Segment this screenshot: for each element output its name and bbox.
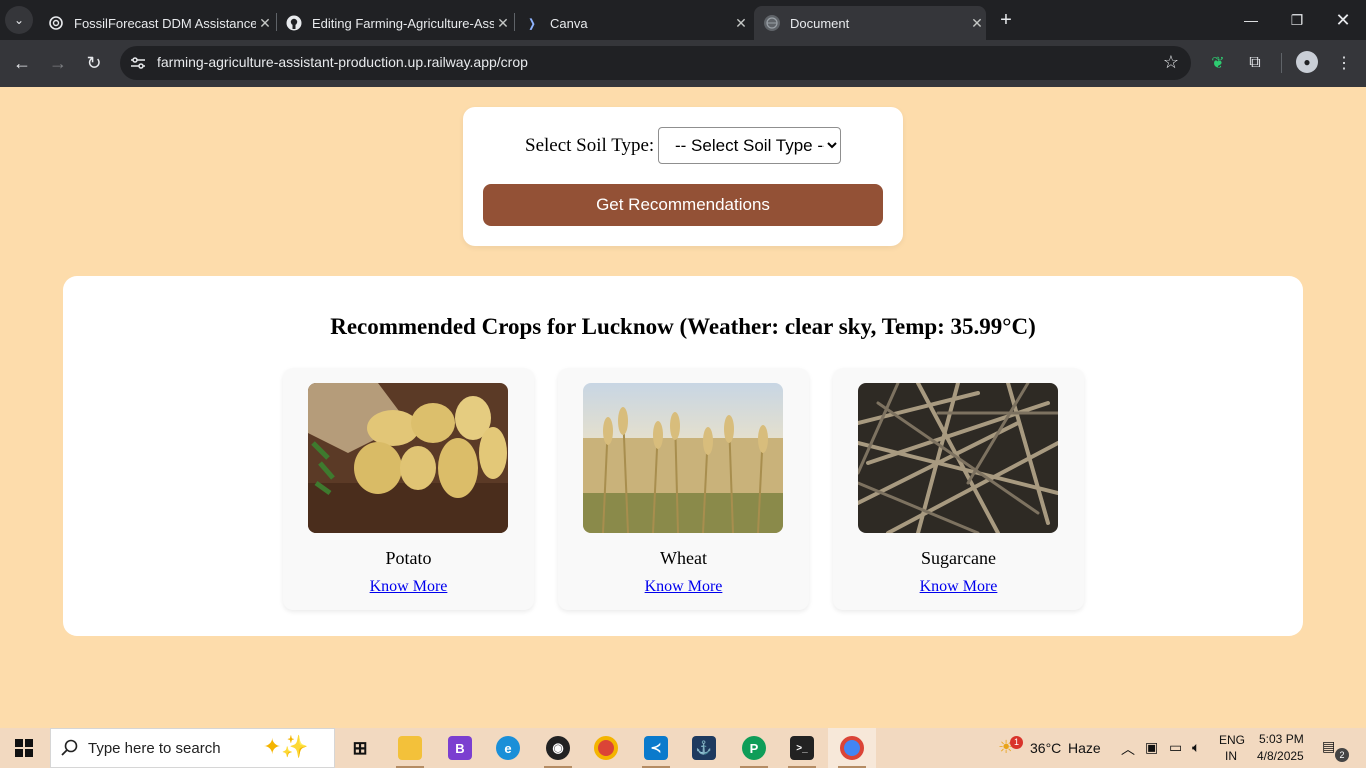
clock-date[interactable]: 4/8/2025 [1257,749,1304,763]
chrome-icon[interactable] [582,728,630,768]
forward-icon[interactable]: → [46,51,70,75]
openai-icon [48,15,64,31]
close-tab-icon[interactable]: ✕ [256,15,274,32]
file-explorer-icon[interactable] [386,728,434,768]
address-bar[interactable]: farming-agriculture-assistant-production… [120,46,1191,80]
clock-time[interactable]: 5:03 PM [1259,732,1304,746]
tab-fossilforecast[interactable]: FossilForecast DDM Assistance ✕ [38,6,274,40]
browser-toolbar: ← → ↻ farming-agriculture-assistant-prod… [0,40,1366,87]
notifications-count: 2 [1335,748,1349,762]
close-window-icon[interactable]: ✕ [1320,0,1366,40]
mysql-workbench-icon[interactable]: ⚓ [680,728,728,768]
tab-title: FossilForecast DDM Assistance [74,15,256,31]
canva-icon: ❭ [527,17,537,30]
reload-icon[interactable]: ↻ [82,51,106,75]
more-menu-icon[interactable]: ⋮ [1332,51,1356,75]
get-recommendations-button[interactable]: Get Recommendations [483,184,883,226]
edge-icon[interactable]: e [484,728,532,768]
task-view-icon[interactable]: ⊞ [336,728,384,768]
windows-taskbar: Type here to search ✦✨ ⊞ B e ◉ ≺ ⚓ P >_ … [0,728,1366,768]
taskbar-search-box[interactable]: Type here to search ✦✨ [50,728,335,768]
terminal-icon[interactable]: >_ [778,728,826,768]
crop-card-wheat: Wheat Know More [558,368,809,610]
chrome-profile-icon[interactable]: P [730,728,778,768]
crop-name: Wheat [660,548,707,568]
minimize-icon[interactable]: — [1228,0,1274,40]
crop-name: Sugarcane [921,548,996,568]
know-more-link-wheat[interactable]: Know More [558,578,809,596]
crop-card-potato: Potato Know More [283,368,534,610]
search-placeholder: Type here to search [88,740,221,757]
close-tab-icon[interactable]: ✕ [494,15,512,32]
tab-strip: ⌄ FossilForecast DDM Assistance ✕ Editin… [0,0,1366,40]
tab-canva[interactable]: ❭ Canva ✕ [514,6,750,40]
tab-document[interactable]: Document ✕ [754,6,986,40]
search-icon [61,739,79,757]
weather-alert-badge: 1 [1010,736,1023,749]
battery-icon[interactable]: ▭ [1169,739,1182,756]
language-code[interactable]: ENG [1219,733,1245,747]
show-hidden-icons-chevron-icon[interactable]: ︿ [1121,739,1135,759]
globe-icon [764,15,780,31]
recommendations-title: Recommended Crops for Lucknow (Weather: … [330,314,1036,339]
tab-search-chevron-icon[interactable]: ⌄ [5,6,33,34]
soil-form-card: Select Soil Type: -- Select Soil Type --… [463,107,903,246]
bootstrap-studio-icon[interactable]: B [436,728,484,768]
back-icon[interactable]: ← [10,51,34,75]
close-tab-icon[interactable]: ✕ [968,15,986,32]
soil-type-select[interactable]: -- Select Soil Type -- [658,127,841,164]
tab-github-editing[interactable]: Editing Farming-Agriculture-Assistant ✕ [276,6,512,40]
know-more-link-sugarcane[interactable]: Know More [833,578,1084,596]
tab-title: Canva [550,15,588,31]
region-code[interactable]: IN [1225,749,1237,763]
site-info-icon[interactable] [128,53,148,73]
vscode-icon[interactable]: ≺ [632,728,680,768]
crop-card-sugarcane: Sugarcane Know More [833,368,1084,610]
wheat-image [583,383,783,533]
volume-icon[interactable]: 🔈︎ [1192,739,1200,756]
profile-avatar-icon[interactable]: ● [1296,51,1318,73]
toolbar-divider [1281,53,1282,73]
network-icon[interactable]: ▣ [1145,739,1158,756]
know-more-link-potato[interactable]: Know More [283,578,534,596]
weather-desc[interactable]: Haze [1068,740,1101,756]
github-icon [286,15,302,31]
new-tab-icon[interactable]: + [994,8,1018,32]
weather-temp[interactable]: 36°C [1030,740,1061,756]
tab-title: Editing Farming-Agriculture-Assistant [312,15,494,31]
recommendations-panel: Recommended Crops for Lucknow (Weather: … [63,276,1303,636]
chrome-active-icon[interactable] [828,728,876,768]
close-tab-icon[interactable]: ✕ [732,15,750,32]
sugarcane-image [858,383,1058,533]
url-text[interactable]: farming-agriculture-assistant-production… [157,54,528,70]
soil-type-label: Select Soil Type: [525,135,655,156]
github-desktop-icon[interactable]: ◉ [534,728,582,768]
crop-name: Potato [385,548,432,568]
extensions-puzzle-icon[interactable]: ⧉ [1243,51,1267,75]
bookmark-star-icon[interactable]: ☆ [1163,52,1179,73]
copilot-sparkle-icon[interactable]: ✦✨ [263,734,309,760]
windows-start-icon[interactable] [0,728,48,768]
potato-image [308,383,508,533]
restore-icon[interactable]: ❐ [1274,0,1320,40]
extension-leaf-icon[interactable]: ❦ [1206,51,1230,75]
tab-title: Document [790,15,850,31]
